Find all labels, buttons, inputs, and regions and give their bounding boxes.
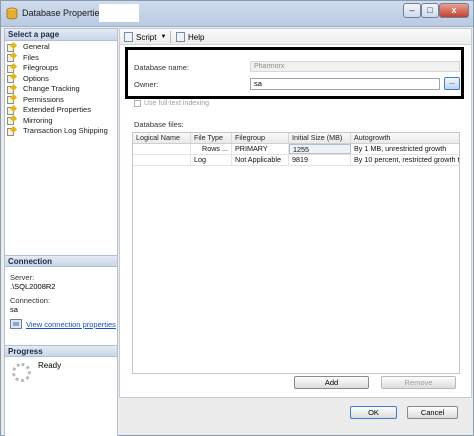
page-icon (7, 115, 18, 126)
progress-header: Progress (5, 345, 117, 357)
connection-value: sa (10, 305, 18, 314)
page-item-files[interactable]: Files (7, 52, 117, 64)
page-item-general[interactable]: General (7, 41, 117, 53)
browse-owner-button[interactable]: ... (444, 77, 460, 90)
page-item-change-tracking[interactable]: Change Tracking (7, 83, 117, 95)
database-files-label: Database files: (134, 120, 184, 129)
owner-field[interactable]: sa (250, 78, 440, 90)
column-initial-size[interactable]: Initial Size (MB) (289, 133, 351, 143)
server-value: .\SQL2008R2 (10, 282, 56, 291)
cell-autogrowth[interactable]: By 1 MB, unrestricted growth (351, 144, 459, 154)
select-page-header: Select a page (5, 29, 117, 41)
cell-filegroup[interactable]: Not Applicable (232, 155, 289, 165)
page-icon (7, 52, 18, 63)
script-icon (124, 32, 133, 42)
database-name-field: Pharmorx (250, 61, 460, 72)
column-file-type[interactable]: File Type (191, 133, 232, 143)
window-title: Database Properties - (22, 8, 110, 18)
help-button[interactable]: Help (176, 31, 204, 43)
page-icon (7, 125, 18, 136)
cell-initial-size[interactable]: 9819 (289, 155, 351, 165)
owner-label: Owner: (134, 80, 159, 89)
page-item-extended-properties[interactable]: Extended Properties (7, 104, 117, 116)
progress-section: Progress Ready (5, 345, 117, 382)
column-filegroup[interactable]: Filegroup (232, 133, 289, 143)
chevron-down-icon: ▼ (160, 34, 167, 40)
page-item-transaction-log-shipping[interactable]: Transaction Log Shipping (7, 125, 117, 137)
column-logical-name[interactable]: Logical Name (133, 133, 191, 143)
cell-file-type[interactable]: Log (191, 155, 232, 165)
page-item-permissions[interactable]: Permissions (7, 94, 117, 106)
database-icon (6, 7, 18, 20)
script-button[interactable]: Script ▼ (124, 31, 166, 43)
toolbar: Script ▼ Help (120, 29, 471, 45)
database-properties-window: Database Properties - – □ x Select a pag… (0, 0, 474, 436)
grid-header: Logical Name File Type Filegroup Initial… (133, 133, 459, 144)
cell-logical-name[interactable] (133, 155, 191, 165)
highlighted-region: Database name: Pharmorx Owner: sa ... (125, 47, 464, 99)
table-row[interactable]: Log Not Applicable 9819 By 10 percent, r… (133, 155, 459, 166)
page-icon (7, 73, 18, 84)
fulltext-indexing-checkbox[interactable]: Use full-text indexing (134, 100, 209, 107)
view-connection-properties-link[interactable]: View connection properties (10, 319, 116, 329)
connection-properties-icon (10, 319, 22, 329)
help-icon (176, 32, 185, 42)
connection-section: Connection Server: .\SQL2008R2 Connectio… (5, 255, 117, 329)
close-button[interactable]: x (439, 3, 469, 18)
page-selector-pane: Select a page General Files Filegroups O… (4, 28, 118, 436)
title-redaction (99, 4, 139, 22)
remove-button[interactable]: Remove (381, 376, 456, 389)
page-list: General Files Filegroups Options Change … (5, 41, 117, 137)
database-files-grid: Logical Name File Type Filegroup Initial… (132, 132, 460, 374)
page-icon (7, 104, 18, 115)
maximize-button[interactable]: □ (421, 3, 439, 18)
toolbar-separator (170, 31, 171, 43)
checkbox-icon (134, 100, 141, 107)
ok-button[interactable]: OK (350, 406, 397, 419)
page-item-options[interactable]: Options (7, 73, 117, 85)
add-button[interactable]: Add (294, 376, 369, 389)
server-label: Server: (10, 273, 35, 282)
cell-initial-size[interactable]: 1255 (289, 144, 351, 154)
cancel-button[interactable]: Cancel (407, 406, 458, 419)
cell-file-type[interactable]: Rows ... (191, 144, 232, 154)
page-icon (7, 94, 18, 105)
cell-autogrowth[interactable]: By 10 percent, restricted growth t (351, 155, 459, 165)
connection-header: Connection (5, 255, 117, 267)
column-autogrowth[interactable]: Autogrowth (351, 133, 459, 143)
page-item-mirroring[interactable]: Mirroring (7, 115, 117, 127)
connection-label: Connection: (10, 296, 51, 305)
table-row[interactable]: Rows ... PRIMARY 1255 By 1 MB, unrestric… (133, 144, 459, 155)
cell-filegroup[interactable]: PRIMARY (232, 144, 289, 154)
cell-logical-name[interactable] (133, 144, 191, 154)
page-item-filegroups[interactable]: Filegroups (7, 62, 117, 74)
page-icon (7, 83, 18, 94)
progress-status: Ready (38, 361, 62, 370)
page-icon (7, 41, 18, 52)
title-bar: Database Properties - – □ x (1, 1, 473, 27)
page-icon (7, 62, 18, 73)
database-name-label: Database name: (134, 63, 190, 72)
minimize-button[interactable]: – (403, 3, 421, 18)
properties-content-pane: Script ▼ Help Database name: Pharmorx Ow… (119, 28, 472, 398)
progress-spinner-icon (12, 363, 31, 382)
